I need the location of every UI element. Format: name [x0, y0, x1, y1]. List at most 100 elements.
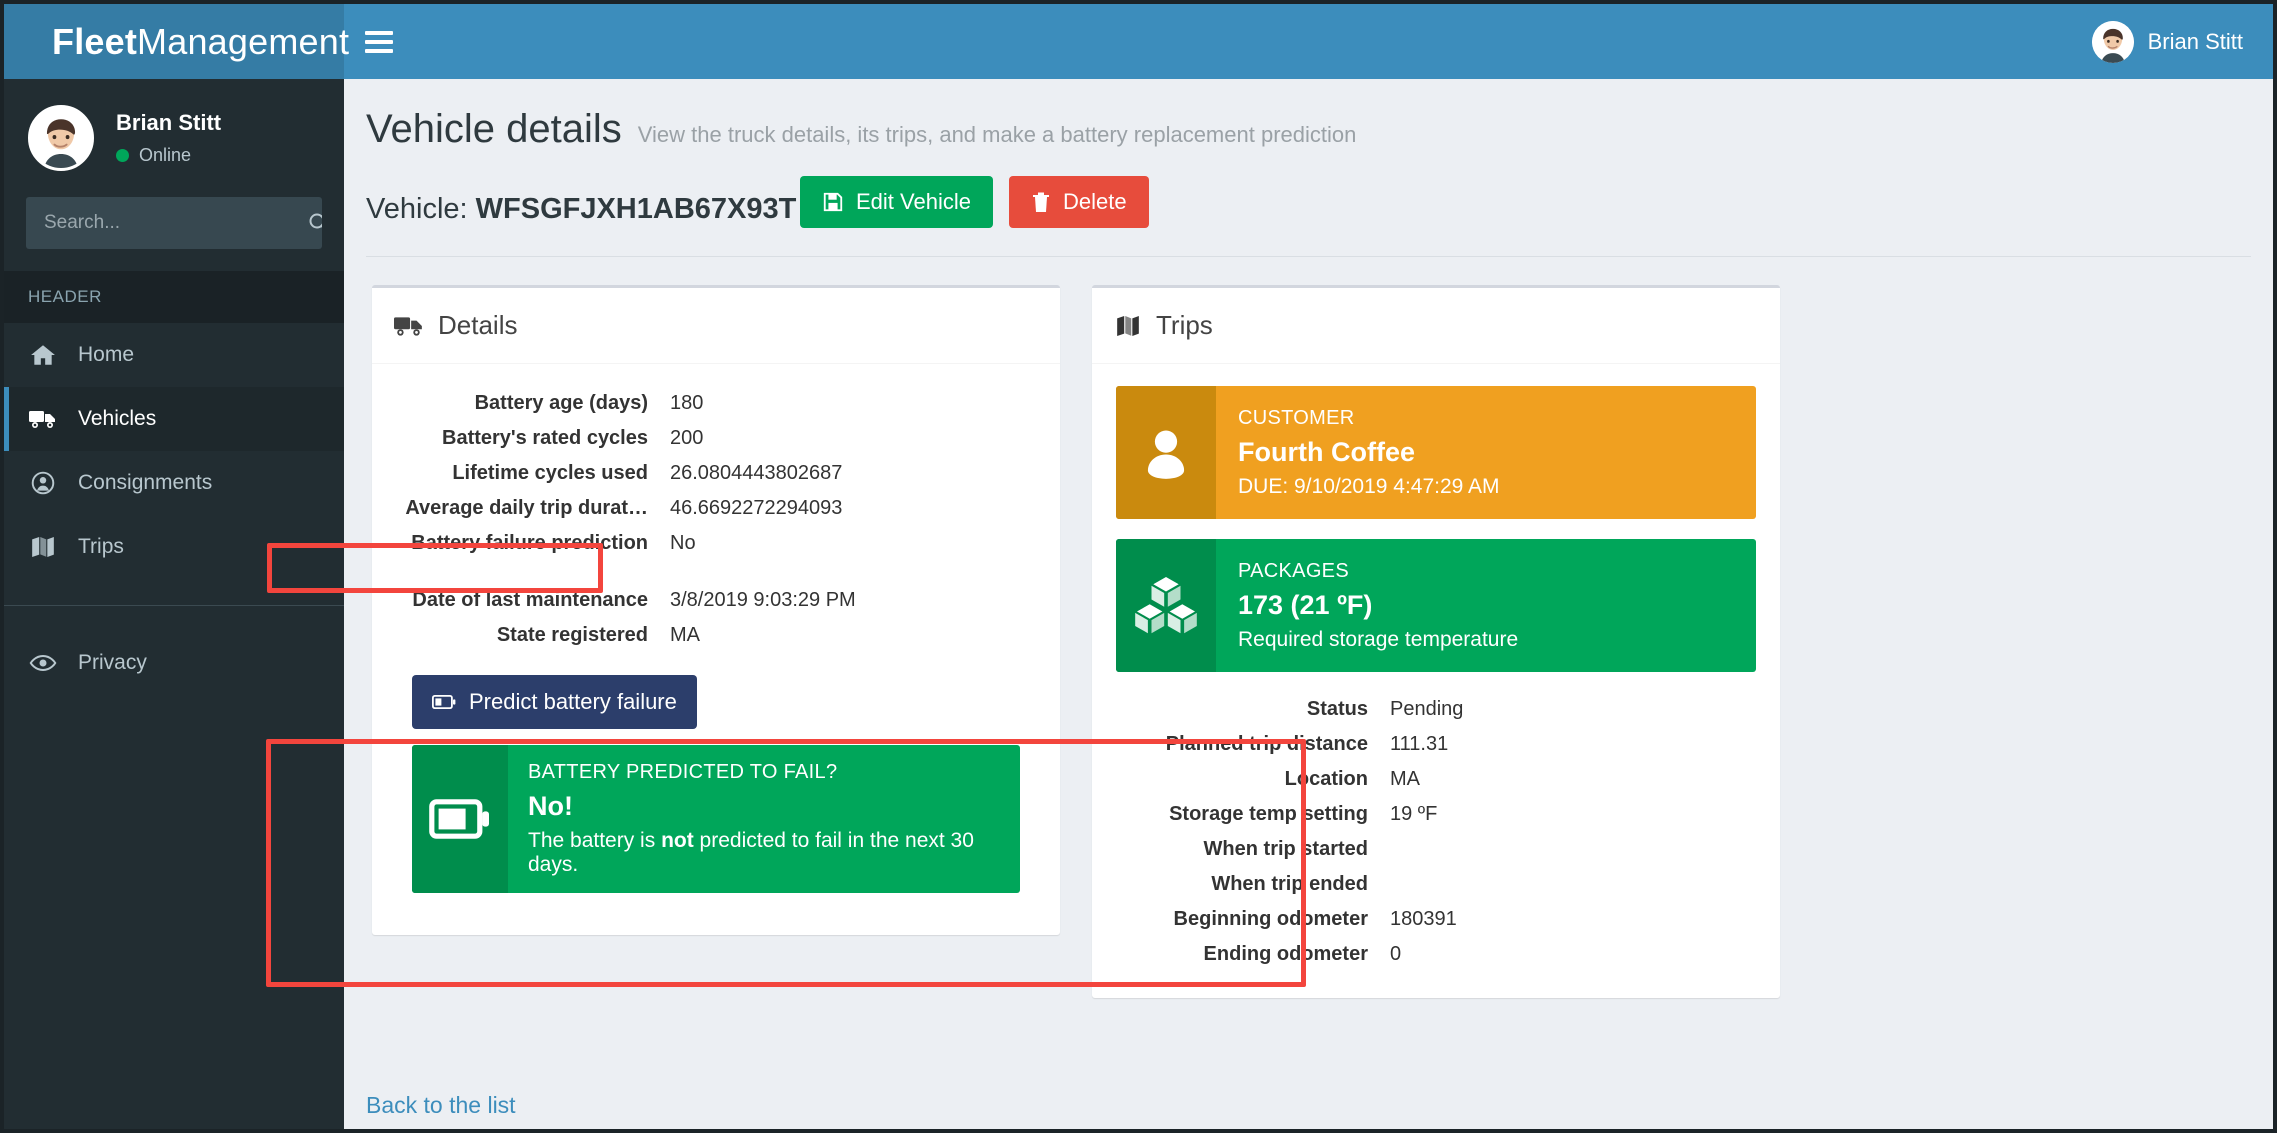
battery-result-kicker: BATTERY PREDICTED TO FAIL? — [528, 761, 838, 783]
sidebar-item-label: Trips — [78, 535, 124, 558]
customer-icon-wrap — [1116, 386, 1216, 519]
detail-label: Average daily trip durat… — [405, 497, 648, 519]
sidebar-search-wrapper — [4, 197, 344, 249]
customer-card-kicker: CUSTOMER — [1238, 406, 1355, 429]
detail-label: Date of last maintenance — [412, 589, 648, 611]
sidebar-item-label: Consignments — [78, 471, 213, 494]
page-title: Vehicle details — [366, 107, 622, 151]
page-subtitle: View the truck details, its trips, and m… — [637, 122, 1357, 147]
trips-card-header: Trips — [1092, 288, 1780, 364]
battery-text-bold: not — [661, 829, 694, 852]
sidebar-toggle-button[interactable] — [344, 4, 414, 79]
topbar-user-menu[interactable]: Brian Stitt — [2091, 4, 2273, 79]
details-list-gap — [396, 561, 1036, 583]
predict-button-label: Predict battery failure — [469, 689, 677, 714]
avatar-face-icon — [31, 108, 91, 168]
truck-icon — [28, 406, 58, 432]
sidebar: Brian Stitt Online HEADER — [4, 79, 344, 1129]
trip-value — [1368, 832, 1756, 867]
packages-card-body: PACKAGES 173 (21 ºF) Required storage te… — [1216, 539, 1756, 672]
panels-row: Details Battery age (days) 180 Battery's… — [344, 257, 2273, 998]
sidebar-user-status-label: Online — [139, 145, 192, 165]
back-to-list-link[interactable]: Back to the list — [366, 1092, 516, 1119]
detail-label: Battery's rated cycles — [442, 427, 648, 449]
customer-info-card[interactable]: CUSTOMER Fourth Coffee DUE: 9/10/2019 4:… — [1116, 386, 1756, 519]
sidebar-item-vehicles[interactable]: Vehicles — [4, 387, 344, 451]
prediction-section: Predict battery failure BATTERY PREDICTE… — [396, 661, 1036, 909]
main-content: Vehicle details View the truck details, … — [344, 79, 2273, 1129]
battery-icon — [432, 695, 456, 709]
detail-label: Battery failure prediction — [411, 532, 648, 554]
trip-value: 19 ºF — [1390, 803, 1438, 825]
battery-result-icon-wrap — [412, 745, 508, 893]
packages-card-sub: Required storage temperature — [1238, 627, 1519, 651]
sidebar-footer-menu: Privacy — [4, 632, 344, 694]
trash-icon — [1032, 192, 1049, 212]
predict-battery-failure-button[interactable]: Predict battery failure — [412, 675, 697, 729]
trip-value: 111.31 — [1390, 733, 1449, 755]
trip-label: Status — [1306, 698, 1368, 720]
map-icon — [28, 534, 58, 560]
trips-column: Trips CUSTOMER Fourth Coffee DUE: 9/10/2… — [1092, 285, 1780, 998]
details-card-title: Details — [438, 310, 518, 340]
eye-icon — [28, 652, 58, 674]
sidebar-item-label: Home — [78, 343, 135, 366]
sidebar-user-panel[interactable]: Brian Stitt Online — [4, 79, 344, 197]
details-card: Details Battery age (days) 180 Battery's… — [372, 285, 1060, 935]
packages-card-kicker: PACKAGES — [1238, 559, 1349, 582]
details-column: Details Battery age (days) 180 Battery's… — [372, 285, 1060, 935]
delete-vehicle-label: Delete — [1062, 189, 1127, 214]
trip-details-list: Status Pending Planned trip distance 111… — [1116, 692, 1756, 972]
vehicle-label-text: Vehicle: — [366, 192, 468, 225]
detail-value: MA — [670, 624, 700, 646]
battery-result-text: The battery is not predicted to fail in … — [528, 829, 1000, 877]
avatar-face-icon — [2091, 20, 2134, 63]
battery-icon — [429, 799, 489, 839]
details-card-header: Details — [372, 288, 1060, 364]
trips-card-title: Trips — [1156, 310, 1213, 340]
packages-info-card[interactable]: PACKAGES 173 (21 ºF) Required storage te… — [1116, 539, 1756, 672]
truck-icon — [394, 316, 422, 336]
details-card-body: Battery age (days) 180 Battery's rated c… — [372, 364, 1060, 935]
brand-logo[interactable]: Fleet Management — [4, 4, 349, 79]
edit-vehicle-button[interactable]: Edit Vehicle — [800, 176, 993, 228]
packages-card-title: 173 (21 ºF) — [1238, 589, 1373, 620]
trip-label: Planned trip distance — [1165, 733, 1368, 755]
customer-card-sub: DUE: 9/10/2019 4:47:29 AM — [1238, 474, 1500, 498]
sidebar-item-trips[interactable]: Trips — [4, 515, 344, 579]
topbar-user-name: Brian Stitt — [2147, 28, 2243, 54]
sidebar-section-header: HEADER — [4, 271, 344, 323]
sidebar-avatar — [28, 105, 94, 171]
detail-value: No — [670, 532, 696, 554]
user-circle-icon — [28, 470, 58, 496]
vehicle-actions: Edit Vehicle Delete — [800, 176, 1149, 228]
sidebar-item-privacy[interactable]: Privacy — [4, 632, 344, 694]
customer-card-title: Fourth Coffee — [1238, 436, 1415, 467]
delete-vehicle-button[interactable]: Delete — [1008, 176, 1149, 228]
battery-result-body: BATTERY PREDICTED TO FAIL? No! The batte… — [508, 745, 1020, 893]
details-list: Battery age (days) 180 Battery's rated c… — [396, 386, 1036, 653]
detail-value: 46.6692272294093 — [670, 497, 843, 519]
sidebar-item-consignments[interactable]: Consignments — [4, 451, 344, 515]
sidebar-item-home[interactable]: Home — [4, 323, 344, 387]
trip-label: Storage temp setting — [1169, 803, 1368, 825]
app-window: Fleet Management Brian Stitt Brian Stitt… — [0, 0, 2277, 1133]
trip-label: When trip ended — [1211, 873, 1368, 895]
boxes-icon — [1135, 576, 1197, 633]
search-input[interactable] — [26, 212, 307, 234]
trips-card-body: CUSTOMER Fourth Coffee DUE: 9/10/2019 4:… — [1092, 364, 1780, 998]
sidebar-divider — [4, 605, 344, 606]
detail-value: 26.0804443802687 — [670, 462, 843, 484]
trip-value: 0 — [1390, 943, 1402, 965]
search-button[interactable] — [307, 197, 322, 249]
customer-card-body: CUSTOMER Fourth Coffee DUE: 9/10/2019 4:… — [1216, 386, 1756, 519]
page-header: Vehicle details View the truck details, … — [344, 79, 2273, 152]
sidebar-user-info: Brian Stitt Online — [116, 110, 221, 166]
hamburger-icon — [365, 26, 393, 58]
trips-card: Trips CUSTOMER Fourth Coffee DUE: 9/10/2… — [1092, 285, 1780, 998]
sidebar-user-name: Brian Stitt — [116, 110, 222, 135]
detail-label: State registered — [496, 624, 648, 646]
search-icon — [309, 213, 322, 229]
detail-value: 180 — [670, 392, 704, 414]
